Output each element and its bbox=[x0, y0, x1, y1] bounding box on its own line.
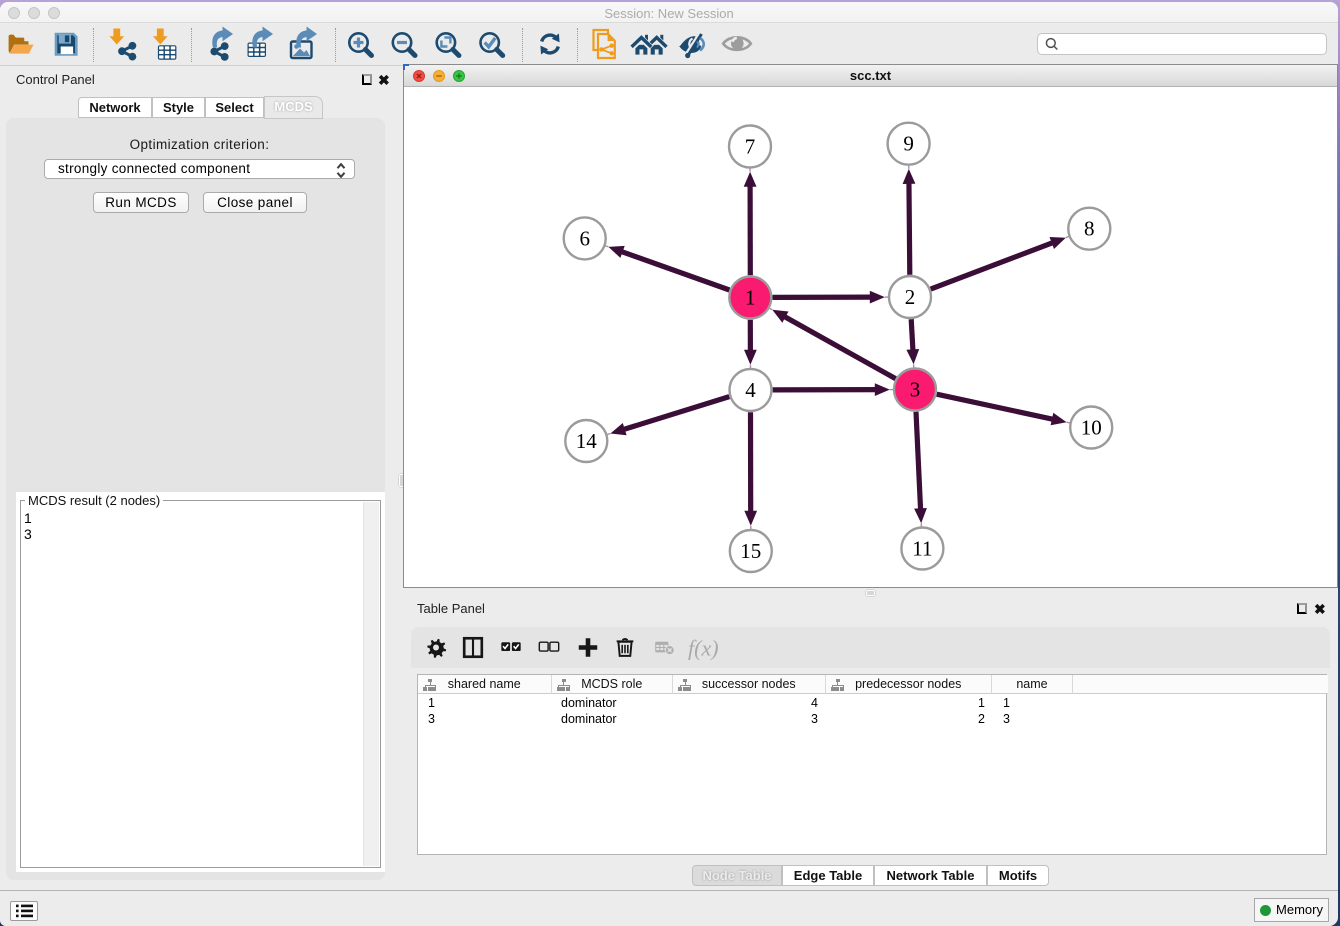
svg-text:6: 6 bbox=[579, 226, 590, 250]
svg-text:f(x): f(x) bbox=[688, 636, 719, 661]
svg-text:14: 14 bbox=[576, 429, 598, 453]
svg-text:15: 15 bbox=[740, 539, 761, 563]
svg-text:1: 1 bbox=[745, 286, 756, 310]
svg-text:7: 7 bbox=[745, 135, 756, 159]
svg-text:8: 8 bbox=[1084, 217, 1095, 241]
svg-text:10: 10 bbox=[1081, 416, 1102, 440]
svg-text:11: 11 bbox=[912, 537, 932, 561]
svg-text:9: 9 bbox=[903, 132, 914, 156]
svg-text:3: 3 bbox=[910, 378, 921, 402]
svg-text:4: 4 bbox=[745, 378, 756, 402]
svg-text:2: 2 bbox=[905, 285, 916, 309]
